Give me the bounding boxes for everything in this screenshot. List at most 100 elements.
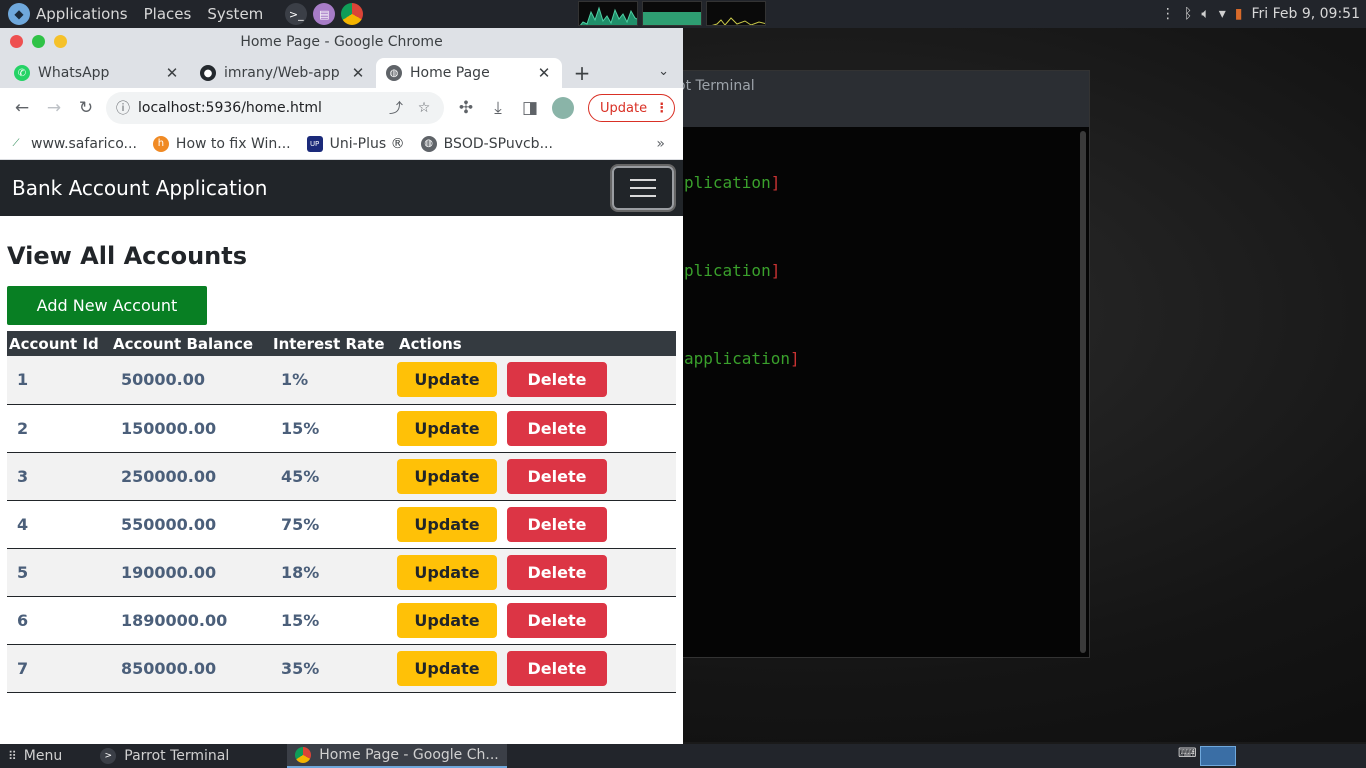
terminal-scrollbar[interactable] (1080, 131, 1086, 653)
side-panel-icon[interactable]: ◨ (514, 92, 546, 124)
profile-avatar[interactable] (552, 97, 574, 119)
globe-icon: ◍ (386, 65, 402, 81)
close-tab-icon[interactable]: ✕ (350, 64, 366, 82)
terminal-line: application] (684, 349, 800, 368)
bookmark-safaricom[interactable]: ⟋ www.safarico... (8, 136, 137, 152)
back-icon[interactable]: ← (6, 92, 38, 124)
terminal-launcher-icon[interactable]: >_ (285, 3, 308, 25)
delete-button[interactable]: Delete (507, 458, 607, 494)
extensions-icon[interactable]: ✣ (450, 92, 482, 124)
delete-button[interactable]: Delete (507, 506, 607, 542)
account-id-cell: 2 (7, 404, 111, 453)
uniplus-icon: UP (306, 135, 323, 152)
account-balance-cell: 1890000.00 (111, 596, 271, 645)
reload-icon[interactable]: ↻ (70, 92, 102, 124)
forward-icon[interactable]: → (38, 92, 70, 124)
account-id-cell: 3 (7, 452, 111, 501)
navbar-toggler-button[interactable] (612, 166, 674, 210)
app-brand[interactable]: Bank Account Application (12, 176, 267, 200)
tab-search-chevron-down-icon[interactable]: ⌄ (658, 64, 669, 79)
text-editor-launcher-icon[interactable]: ▤ (313, 3, 336, 25)
bookmark-bsod[interactable]: ◍ BSOD-SPuvcb... (420, 135, 553, 152)
tab-label: Home Page (410, 65, 490, 81)
menu-places[interactable]: Places (144, 5, 192, 23)
tab-github[interactable]: ● imrany/Web-app ✕ (190, 58, 376, 88)
delete-button[interactable]: Delete (507, 410, 607, 446)
bookmark-star-icon[interactable]: ☆ (410, 100, 438, 116)
parrot-logo-icon[interactable]: ◆ (8, 3, 30, 25)
menu-applications[interactable]: Applications (36, 5, 128, 23)
update-label: Update (600, 100, 648, 116)
minimize-window-button[interactable] (54, 35, 67, 48)
menu-button[interactable]: ⠿ Menu (0, 744, 70, 768)
account-balance-cell: 250000.00 (111, 452, 271, 501)
bookmark-label: www.safarico... (31, 135, 137, 152)
maximize-window-button[interactable] (32, 35, 45, 48)
actions-cell: Update Delete (397, 500, 676, 549)
volume-icon[interactable]: 🔈︎ (1201, 6, 1209, 22)
task-parrot-terminal[interactable]: > Parrot Terminal (92, 744, 237, 768)
account-balance-cell: 150000.00 (111, 404, 271, 453)
bookmark-how-to-fix[interactable]: h How to fix Win... (152, 135, 291, 152)
bluetooth-icon[interactable]: ᛒ (1184, 6, 1192, 22)
safaricom-icon: ⟋ (12, 138, 20, 149)
tab-home-page[interactable]: ◍ Home Page ✕ (376, 58, 562, 88)
url-text[interactable]: localhost:5936/home.html (138, 100, 382, 116)
update-button[interactable]: Update (397, 362, 497, 398)
system-monitors (578, 1, 766, 26)
update-button[interactable]: Update (397, 458, 497, 494)
share-icon[interactable]: ⤴ (382, 98, 410, 118)
update-button[interactable]: Update (397, 506, 497, 542)
chrome-update-button[interactable]: Update ⋮ (588, 94, 676, 122)
bookmark-label: How to fix Win... (175, 135, 291, 152)
battery-icon[interactable]: ▮ (1235, 6, 1243, 22)
wifi-icon[interactable]: ▾ (1219, 6, 1226, 22)
chrome-toolbar: ← → ↻ ⓘ localhost:5936/home.html ⤴ ☆ ✣ ⤓… (0, 88, 683, 128)
site-info-icon[interactable]: ⓘ (116, 98, 130, 118)
chrome-launcher-icon[interactable] (341, 3, 364, 25)
interest-rate-cell: 35% (271, 644, 397, 693)
workspace-1[interactable] (1200, 746, 1236, 766)
delete-button[interactable]: Delete (507, 554, 607, 590)
account-balance-cell: 190000.00 (111, 548, 271, 597)
update-button[interactable]: Update (397, 554, 497, 590)
delete-button[interactable]: Delete (507, 650, 607, 686)
clock[interactable]: Fri Feb 9, 09:51 (1251, 6, 1360, 22)
close-tab-icon[interactable]: ✕ (164, 64, 180, 82)
add-new-account-button[interactable]: Add New Account (7, 286, 207, 325)
whatsapp-icon: ✆ (14, 65, 30, 81)
more-bookmarks-icon[interactable]: » (656, 136, 665, 152)
actions-cell: Update Delete (397, 452, 676, 501)
globe-icon: ◍ (420, 135, 437, 152)
bookmark-uni-plus[interactable]: UP Uni-Plus ® (306, 135, 405, 152)
window-controls (10, 35, 67, 48)
keyboard-icon[interactable]: ⌨ (1178, 746, 1197, 766)
close-window-button[interactable] (10, 35, 23, 48)
update-button[interactable]: Update (397, 602, 497, 638)
chrome-titlebar[interactable]: Home Page - Google Chrome (0, 28, 683, 56)
terminal-line: plication] (684, 173, 781, 192)
new-tab-icon[interactable]: + (568, 58, 596, 88)
delete-button[interactable]: Delete (507, 362, 607, 398)
delete-button[interactable]: Delete (507, 602, 607, 638)
task-chrome[interactable]: Home Page - Google Ch... (287, 744, 507, 768)
table-row: 7 850000.00 35% Update Delete (7, 644, 676, 693)
account-id-cell: 7 (7, 644, 111, 693)
update-button[interactable]: Update (397, 650, 497, 686)
download-icon[interactable]: ⤓ (482, 92, 514, 124)
table-header-row: Account Id Account Balance Interest Rate… (7, 331, 676, 356)
app-navbar: Bank Account Application (0, 160, 683, 216)
web-page: Bank Account Application View All Accoun… (0, 160, 683, 740)
menu-system[interactable]: System (207, 5, 263, 23)
tab-whatsapp[interactable]: ✆ WhatsApp ✕ (4, 58, 190, 88)
table-row: 6 1890000.00 15% Update Delete (7, 596, 676, 645)
address-bar[interactable]: ⓘ localhost:5936/home.html ⤴ ☆ (106, 92, 444, 124)
overflow-icon[interactable]: ⋮ (1161, 6, 1175, 22)
table-row: 4 550000.00 75% Update Delete (7, 500, 676, 549)
interest-rate-cell: 18% (271, 548, 397, 597)
close-tab-icon[interactable]: ✕ (536, 64, 552, 82)
interest-rate-cell: 15% (271, 404, 397, 453)
top-panel: ◆ Applications Places System >_ ▤ ⋮ ᛒ 🔈︎… (0, 0, 1366, 28)
update-button[interactable]: Update (397, 410, 497, 446)
howto-icon: h (152, 135, 169, 152)
